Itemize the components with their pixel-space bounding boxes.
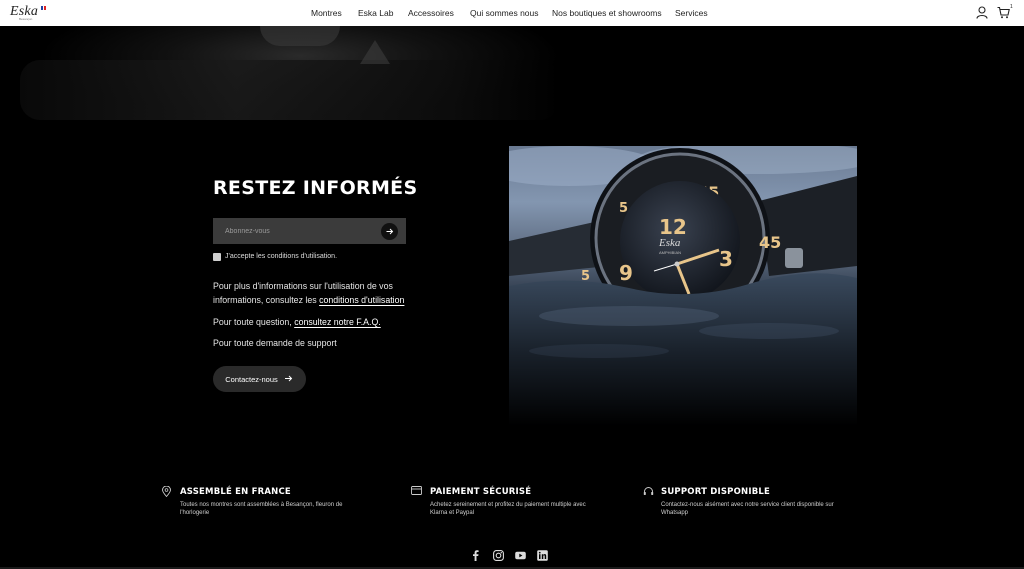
nav-services[interactable]: Services bbox=[675, 8, 708, 18]
feature-description-line: Contactez-nous aisément avec notre servi… bbox=[661, 502, 834, 508]
arrow-right-icon bbox=[386, 228, 394, 235]
hero-image-detail bbox=[260, 26, 340, 46]
nav-qui-sommes-nous[interactable]: Qui sommes nous bbox=[470, 8, 539, 18]
support-text: Pour toute demande de support bbox=[213, 338, 337, 348]
youtube-icon[interactable] bbox=[515, 550, 526, 561]
nav-eska-lab[interactable]: Eska Lab bbox=[358, 8, 393, 18]
french-flag-icon bbox=[41, 6, 47, 10]
cart-count-badge: 1 bbox=[1010, 4, 1013, 10]
feature-title: SUPPORT DISPONIBLE bbox=[661, 487, 771, 497]
location-pin-icon bbox=[162, 486, 171, 497]
watch-brand: Eska bbox=[658, 237, 681, 249]
feature-description: Achetez sereinement et profitez du paiem… bbox=[430, 501, 586, 517]
faq-link[interactable]: consultez notre F.A.Q. bbox=[294, 317, 381, 327]
hero-image-shadow bbox=[20, 60, 560, 120]
subscribe-email-input[interactable] bbox=[213, 218, 378, 244]
nav-montres[interactable]: Montres bbox=[311, 8, 342, 18]
watch-illustration: 55 5 45 5 12 3 9 Eska AMPHIBIAN bbox=[509, 146, 857, 426]
product-watch-image: 55 5 45 5 12 3 9 Eska AMPHIBIAN bbox=[509, 146, 857, 426]
headset-icon bbox=[643, 487, 654, 495]
user-icon[interactable] bbox=[976, 6, 988, 19]
info-text-line2: informations, consultez les conditions d… bbox=[213, 293, 404, 307]
cart-icon[interactable] bbox=[997, 6, 1010, 19]
feature-description-line: l'horlogerie bbox=[180, 510, 210, 516]
linkedin-icon[interactable] bbox=[537, 550, 548, 561]
instagram-icon[interactable] bbox=[493, 550, 504, 561]
terms-of-use-link[interactable]: conditions d'utilisation bbox=[319, 295, 404, 305]
feature-title: ASSEMBLÉ EN FRANCE bbox=[180, 487, 291, 497]
site-header: Eska Besançon Montres Eska Lab Accessoir… bbox=[0, 0, 1024, 26]
feature-description-line: Whatsapp bbox=[661, 510, 689, 516]
subscribe-form bbox=[213, 218, 406, 244]
feature-description-line: Toutes nos montres sont assemblées à Bes… bbox=[180, 502, 343, 508]
feature-description: Contactez-nous aisément avec notre servi… bbox=[661, 501, 834, 517]
nav-accessoires[interactable]: Accessoires bbox=[408, 8, 454, 18]
info-text-prefix: informations, consultez les bbox=[213, 295, 320, 305]
feature-description: Toutes nos montres sont assemblées à Bes… bbox=[180, 501, 342, 517]
arrow-right-icon bbox=[285, 375, 293, 382]
terms-checkbox-label: J'accepte les conditions d'utilisation. bbox=[225, 253, 338, 260]
info-text-line1: Pour plus d'informations sur l'utilisati… bbox=[213, 281, 393, 291]
facebook-icon[interactable] bbox=[471, 550, 480, 561]
feature-description-line: Achetez sereinement et profitez du paiem… bbox=[430, 502, 586, 508]
terms-checkbox[interactable] bbox=[213, 253, 221, 261]
feature-description-line: Klarna et Paypal bbox=[430, 510, 475, 516]
feature-title: PAIEMENT SÉCURISÉ bbox=[430, 487, 532, 497]
subscribe-submit-button[interactable] bbox=[381, 223, 398, 240]
dial-number: 9 bbox=[619, 261, 633, 285]
logo-subtitle: Besançon bbox=[19, 17, 33, 21]
nav-boutiques[interactable]: Nos boutiques et showrooms bbox=[552, 8, 662, 18]
faq-text: Pour toute question, consultez notre F.A… bbox=[213, 315, 381, 329]
dial-number: 3 bbox=[719, 247, 733, 271]
credit-card-icon bbox=[411, 486, 422, 495]
contact-us-label: Contactez-nous bbox=[225, 374, 278, 384]
bezel-number: 45 bbox=[759, 233, 781, 252]
watch-model: AMPHIBIAN bbox=[659, 250, 681, 255]
newsletter-title: RESTEZ INFORMÉS bbox=[213, 177, 418, 199]
faq-prefix: Pour toute question, bbox=[213, 317, 295, 327]
dial-number: 12 bbox=[659, 215, 687, 239]
